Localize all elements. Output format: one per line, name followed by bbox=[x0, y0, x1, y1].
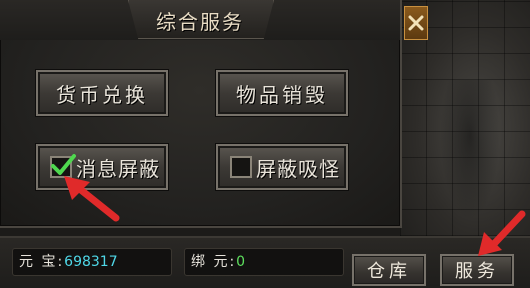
bound-yuanbao-field: 绑 元:0 bbox=[184, 248, 344, 276]
close-button[interactable] bbox=[404, 6, 428, 40]
close-icon bbox=[408, 15, 424, 31]
scene-figure bbox=[440, 80, 500, 220]
block-monsters-button[interactable]: 屏蔽吸怪 bbox=[216, 144, 348, 190]
item-destroy-button[interactable]: 物品销毁 bbox=[216, 70, 348, 116]
red-arrow-icon bbox=[478, 210, 526, 256]
panel-title: 综合服务 bbox=[156, 10, 244, 34]
block-monsters-checkbox[interactable] bbox=[230, 156, 252, 178]
bound-yuanbao-value: 0 bbox=[236, 254, 246, 270]
yuanbao-field: 元 宝:698317 bbox=[12, 248, 172, 276]
currency-exchange-button[interactable]: 货币兑换 bbox=[36, 70, 168, 116]
warehouse-button[interactable]: 仓库 bbox=[352, 254, 426, 286]
red-arrow-icon bbox=[64, 176, 120, 222]
yuanbao-label: 元 宝: bbox=[19, 254, 65, 270]
yuanbao-value: 698317 bbox=[64, 254, 118, 270]
bound-yuanbao-label: 绑 元: bbox=[191, 254, 237, 270]
block-monsters-label: 屏蔽吸怪 bbox=[256, 156, 340, 181]
